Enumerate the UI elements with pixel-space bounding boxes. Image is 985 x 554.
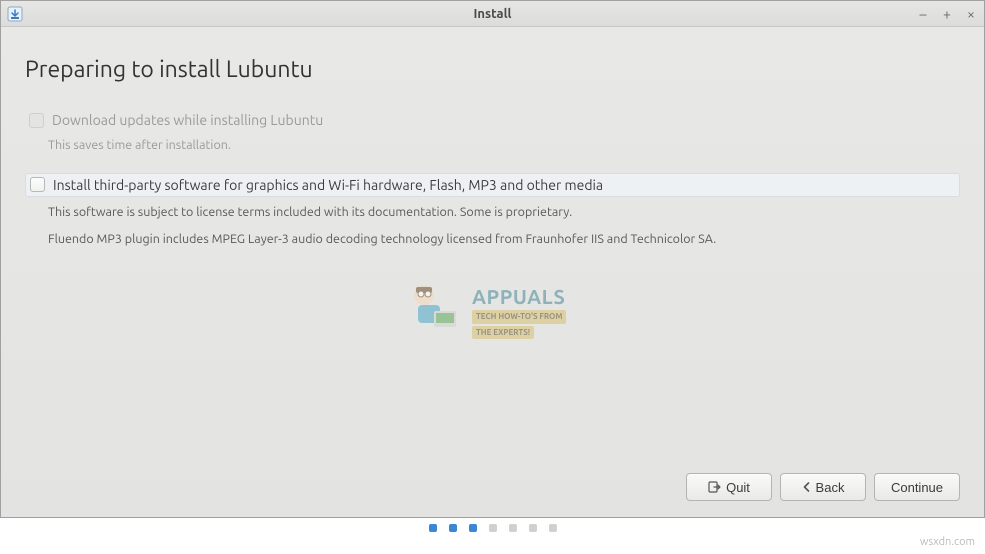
continue-button-label: Continue <box>891 480 943 495</box>
app-icon <box>7 6 23 22</box>
watermark-brand: APPUALS <box>472 285 566 308</box>
watermark: APPUALS TECH HOW-TO'S FROM THE EXPERTS! <box>396 277 566 347</box>
installer-window: Install – + × Preparing to install Lubun… <box>0 0 985 518</box>
window-title: Install <box>1 7 984 21</box>
quit-button-label: Quit <box>726 480 750 495</box>
continue-button[interactable]: Continue <box>874 473 960 501</box>
option-thirdparty: Install third-party software for graphic… <box>25 173 960 249</box>
progress-dots <box>0 524 985 532</box>
download-updates-desc: This saves time after installation. <box>48 136 960 155</box>
download-updates-checkbox <box>29 113 44 128</box>
progress-dot <box>549 524 557 532</box>
thirdparty-desc2: Fluendo MP3 plugin includes MPEG Layer-3… <box>48 230 960 249</box>
progress-dot <box>449 524 457 532</box>
quit-icon <box>708 480 722 494</box>
titlebar[interactable]: Install – + × <box>1 1 984 27</box>
progress-dot <box>469 524 477 532</box>
window-controls: – + × <box>916 7 978 21</box>
minimize-button[interactable]: – <box>916 7 930 21</box>
back-button-label: Back <box>816 480 845 495</box>
progress-dot <box>429 524 437 532</box>
progress-dot <box>529 524 537 532</box>
back-button[interactable]: Back <box>780 473 866 501</box>
maximize-button[interactable]: + <box>940 7 954 21</box>
button-bar: Quit Back Continue <box>25 473 960 505</box>
quit-button[interactable]: Quit <box>686 473 772 501</box>
option-download-updates: Download updates while installing Lubunt… <box>25 110 960 155</box>
thirdparty-desc1: This software is subject to license term… <box>48 203 960 222</box>
source-credit: wsxdn.com <box>920 536 975 548</box>
progress-dot <box>509 524 517 532</box>
download-updates-label: Download updates while installing Lubunt… <box>52 112 323 128</box>
content-area: Preparing to install Lubuntu Download up… <box>1 27 984 517</box>
page-heading: Preparing to install Lubuntu <box>25 57 960 82</box>
thirdparty-row[interactable]: Install third-party software for graphic… <box>25 173 960 197</box>
chevron-left-icon <box>802 482 812 492</box>
thirdparty-label: Install third-party software for graphic… <box>53 177 603 193</box>
thirdparty-checkbox[interactable] <box>30 177 45 192</box>
watermark-tag1: TECH HOW-TO'S FROM <box>472 310 566 324</box>
watermark-cartoon-icon <box>396 277 466 347</box>
close-button[interactable]: × <box>964 7 978 21</box>
watermark-tag2: THE EXPERTS! <box>472 326 534 340</box>
progress-dot <box>489 524 497 532</box>
